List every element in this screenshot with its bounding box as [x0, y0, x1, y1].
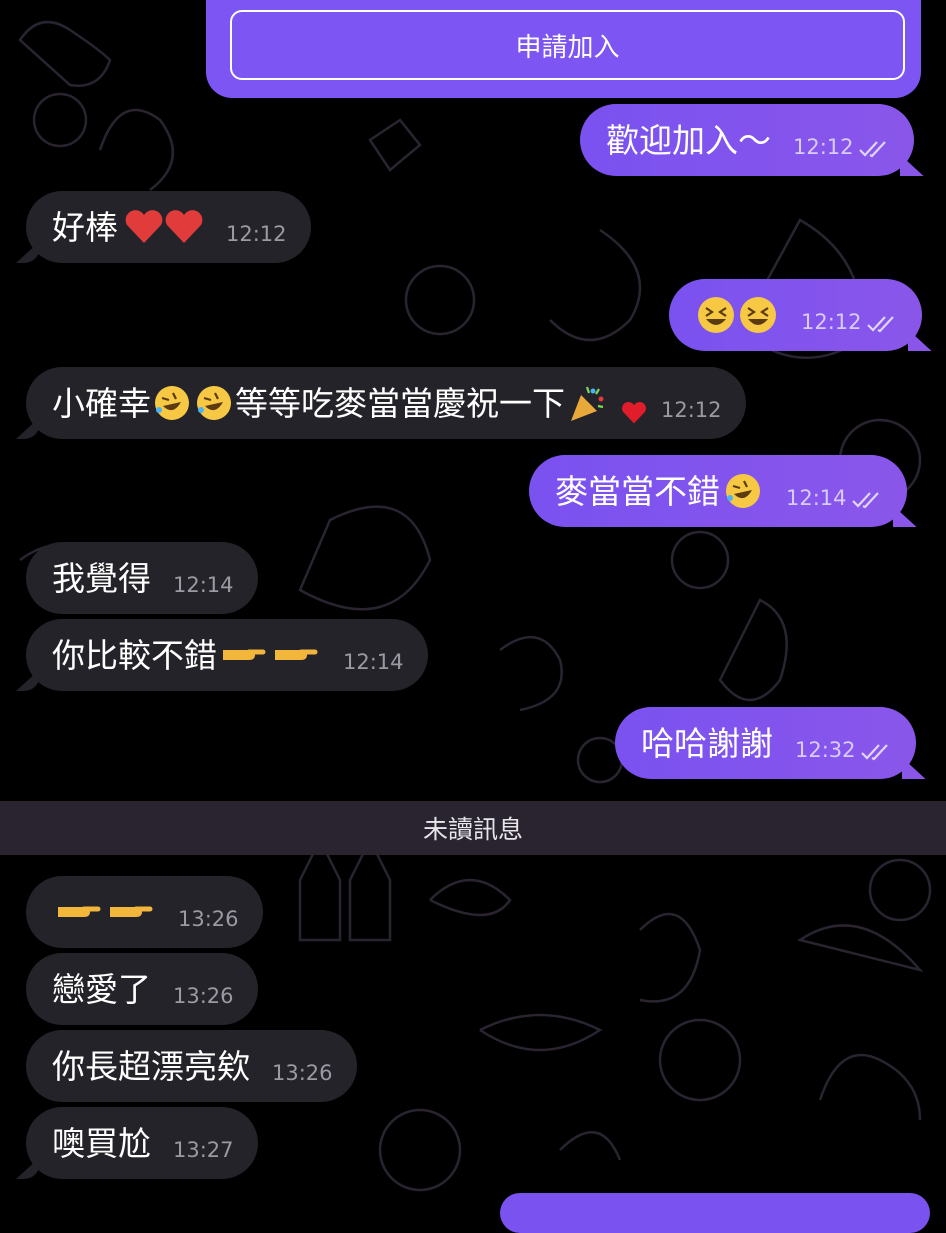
message-time: 12:14 [173, 573, 234, 597]
double-check-icon [866, 316, 894, 333]
message-text: 戀愛了 [52, 969, 151, 1009]
message-time: 13:27 [173, 1138, 234, 1162]
message-time: 12:12 [226, 222, 287, 246]
unread-label: 未讀訊息 [422, 815, 523, 844]
message-incoming[interactable]: 戀愛了 13:26 [26, 953, 258, 1025]
message-time: 13:26 [178, 907, 239, 931]
message-text: 好棒 [52, 207, 118, 247]
message-outgoing[interactable]: 哈哈謝謝 12:32 [615, 707, 916, 779]
pointing-right-emoji [58, 906, 101, 917]
message-text: 你長超漂亮欸 [52, 1046, 250, 1086]
rofl-emoji [197, 386, 231, 420]
message-incoming[interactable]: 13:26 [26, 876, 263, 948]
message-text: 麥當當不錯 [555, 471, 720, 511]
message-incoming[interactable]: 小確幸 等等吃麥當當慶祝一下 12:12 [26, 367, 746, 439]
message-outgoing-partial[interactable] [500, 1193, 930, 1233]
double-check-icon [860, 744, 888, 761]
message-incoming[interactable]: 噢買尬 13:27 [26, 1107, 258, 1179]
join-card: 申請加入 [206, 0, 921, 98]
double-check-icon [851, 492, 879, 509]
message-outgoing[interactable]: 歡迎加入～ 12:12 [580, 104, 914, 176]
message-incoming[interactable]: 你比較不錯 12:14 [26, 619, 428, 691]
message-time: 12:12 [793, 135, 854, 159]
message-text-part: 等等吃麥當當慶祝一下 [235, 383, 565, 423]
grinning-squint-emoji [698, 297, 734, 333]
heart-emoji [125, 210, 163, 243]
message-time: 13:26 [173, 984, 234, 1008]
pointing-right-emoji [110, 906, 153, 917]
party-popper-emoji [571, 386, 604, 421]
heart-reaction-icon [622, 402, 646, 424]
message-time: 12:14 [786, 486, 847, 510]
message-time: 12:12 [801, 310, 862, 334]
message-time: 13:26 [272, 1061, 333, 1085]
message-text: 我覺得 [52, 558, 151, 598]
message-outgoing[interactable]: 麥當當不錯 12:14 [529, 455, 907, 527]
message-incoming[interactable]: 你長超漂亮欸 13:26 [26, 1030, 357, 1102]
grinning-squint-emoji [740, 297, 776, 333]
message-outgoing[interactable]: 12:12 [669, 279, 922, 351]
message-text-part: 小確幸 [52, 383, 151, 423]
message-time: 12:14 [343, 650, 404, 674]
unread-messages-divider: 未讀訊息 [0, 801, 946, 855]
message-text: 哈哈謝謝 [641, 723, 773, 763]
message-text: 歡迎加入～ [606, 120, 771, 160]
pointing-right-emoji [275, 649, 318, 660]
rofl-emoji [155, 386, 189, 420]
heart-emoji [165, 210, 203, 243]
join-button[interactable]: 申請加入 [230, 10, 905, 80]
pointing-right-emoji [223, 649, 266, 660]
message-text: 噢買尬 [52, 1123, 151, 1163]
message-incoming[interactable]: 好棒 12:12 [26, 191, 311, 263]
double-check-icon [858, 141, 886, 158]
rofl-emoji [726, 474, 760, 508]
message-text: 你比較不錯 [52, 635, 217, 675]
message-incoming[interactable]: 我覺得 12:14 [26, 542, 258, 614]
message-time: 12:32 [795, 738, 856, 762]
message-time: 12:12 [661, 398, 722, 422]
